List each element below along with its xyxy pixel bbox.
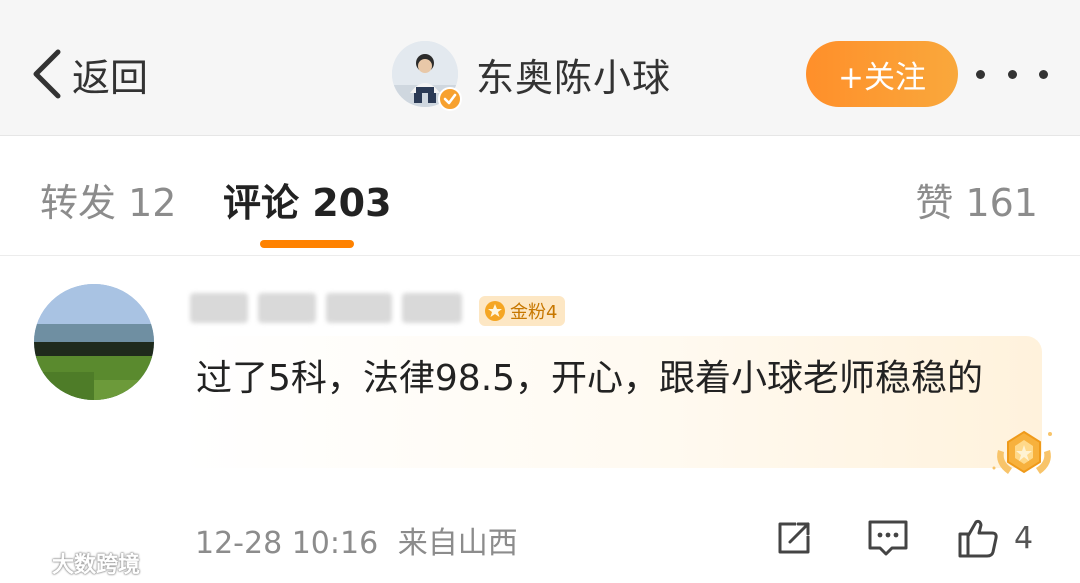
comment-meta: 12-28 10:16 来自山西 (195, 518, 518, 562)
follow-button[interactable]: +关注 (806, 41, 958, 107)
watermark: 大数跨境 (8, 548, 140, 578)
comment-source: 来自山西 (397, 526, 518, 561)
back-label: 返回 (72, 55, 149, 100)
like-button[interactable]: 4 (956, 514, 1033, 562)
share-button[interactable] (774, 514, 814, 562)
more-dot (1039, 69, 1048, 79)
thumbs-up-icon (958, 519, 998, 558)
like-count: 4 (1014, 520, 1034, 556)
more-icon[interactable] (976, 58, 1048, 90)
author-avatar[interactable] (392, 41, 462, 111)
fan-level-badge[interactable]: 金粉4 (479, 296, 566, 326)
chevron-left-icon (33, 49, 61, 99)
reply-button[interactable] (866, 514, 910, 562)
blur-block (402, 293, 462, 323)
top-nav: 返回 东奥陈小球 +关注 (0, 0, 1080, 136)
back-button[interactable]: 返回 (28, 44, 148, 104)
tab-repost[interactable]: 转发 12 (40, 172, 176, 227)
fan-badge-icon (485, 301, 505, 321)
commenter-avatar[interactable] (34, 284, 154, 400)
comment-icon (868, 520, 908, 556)
active-tab-indicator (260, 240, 354, 248)
tab-like[interactable]: 赞 161 (915, 172, 1038, 227)
more-dot (1007, 69, 1017, 79)
author-profile[interactable]: 东奥陈小球 (392, 39, 671, 111)
blur-block (326, 293, 392, 323)
fan-badge-label: 金粉4 (510, 302, 558, 323)
comment-text: 过了5科，法律98.5，开心，跟着小球老师稳稳的 (196, 358, 984, 399)
tab-comment[interactable]: 评论 203 (223, 172, 392, 227)
watermark-logo-icon (8, 553, 48, 573)
comment-timestamp: 12-28 10:16 (195, 526, 379, 561)
share-icon (778, 522, 810, 554)
more-dot (976, 69, 985, 79)
watermark-text: 大数跨境 (52, 553, 141, 578)
blur-block (258, 293, 316, 323)
author-name[interactable]: 东奥陈小球 (476, 47, 671, 102)
commenter-name-blurred[interactable] (190, 286, 472, 330)
blur-block (190, 293, 248, 323)
verified-icon (438, 87, 462, 111)
medal-icon (992, 430, 1052, 474)
tab-bar: 转发 12 评论 203 赞 161 (0, 136, 1080, 256)
